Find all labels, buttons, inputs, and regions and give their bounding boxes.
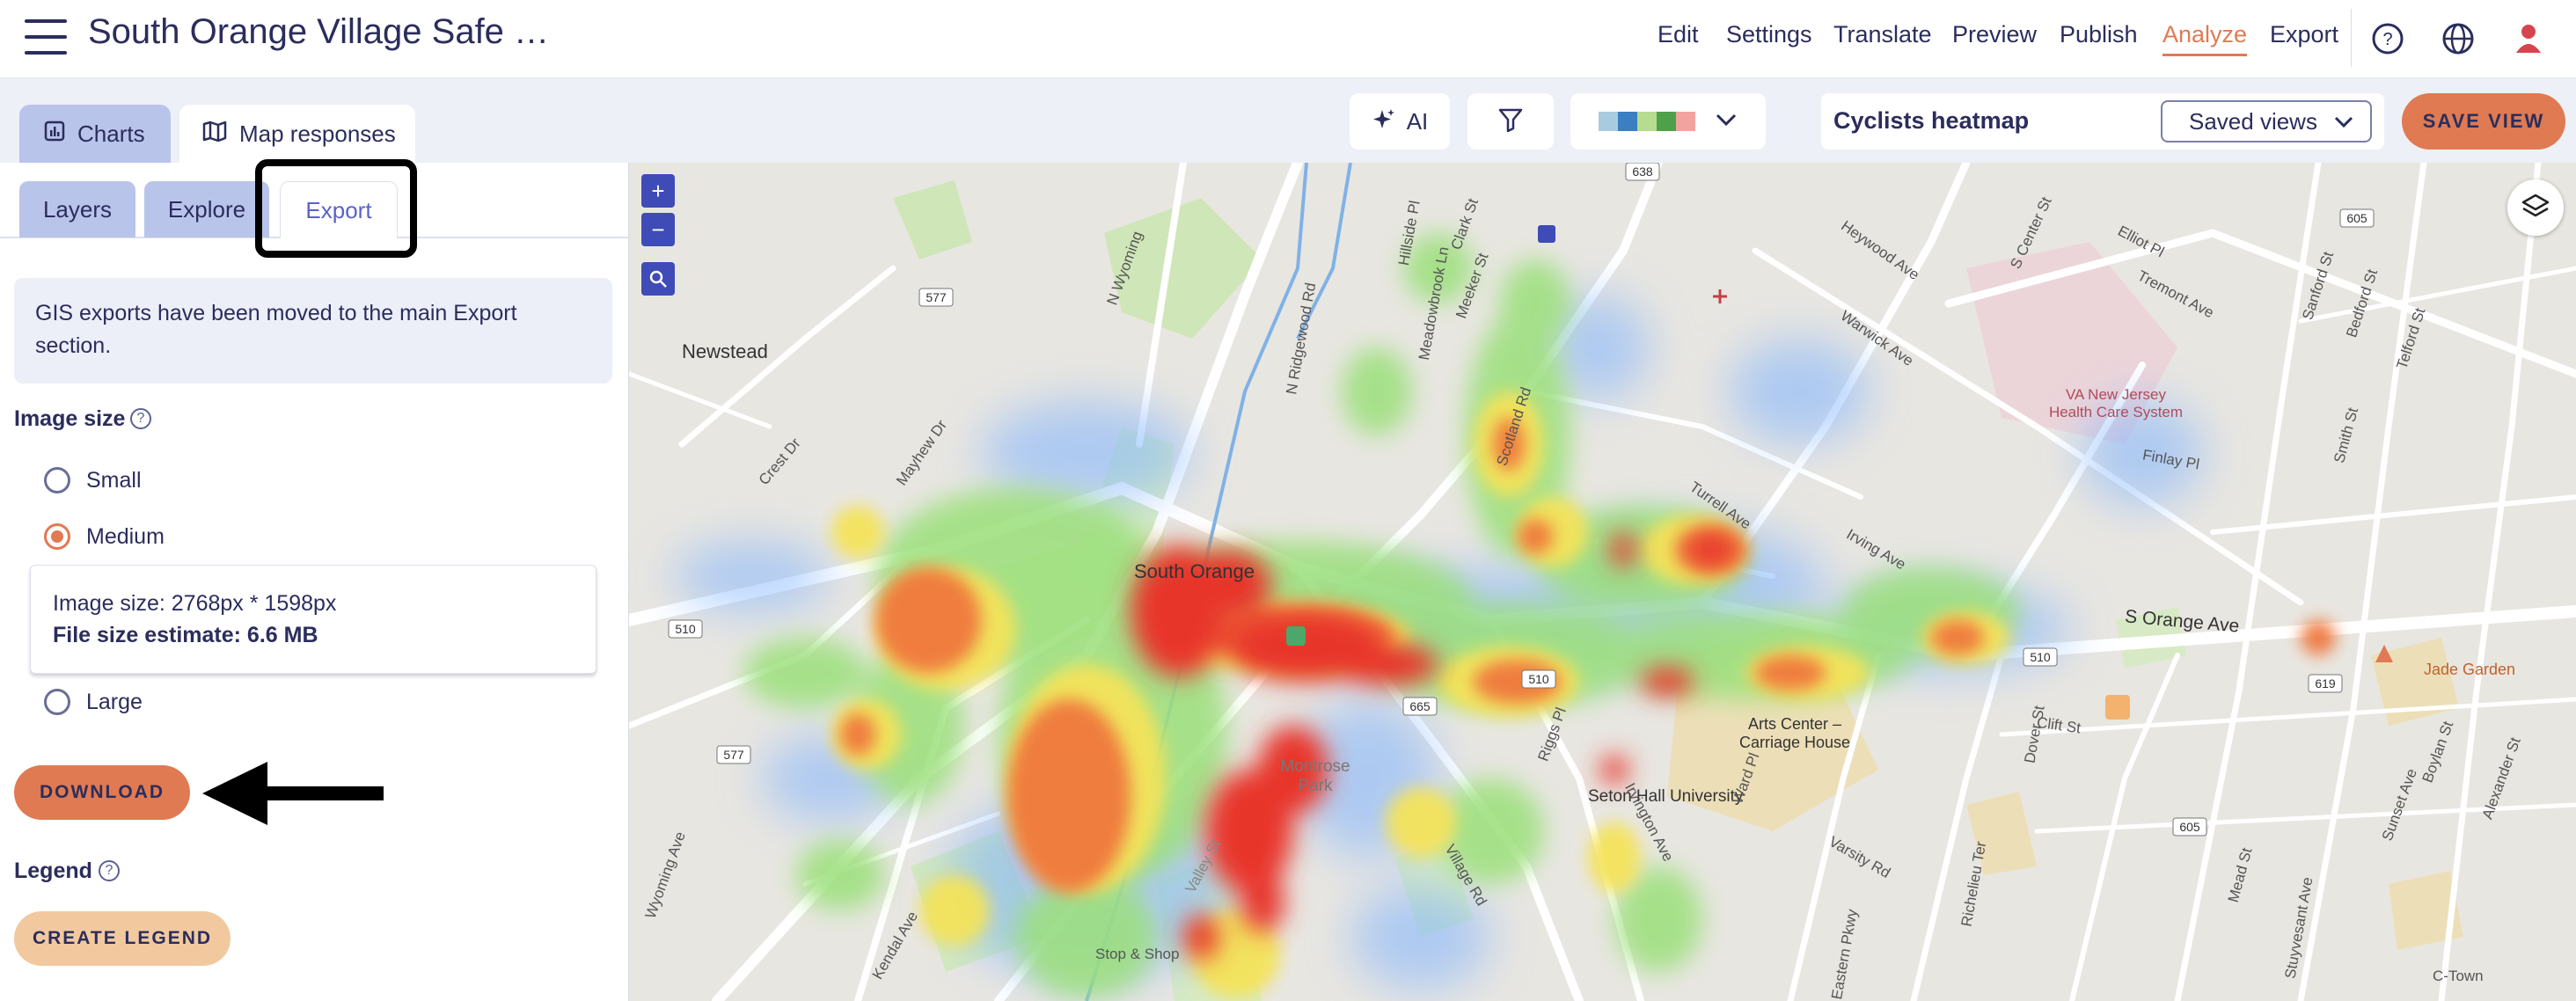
place-label: Stop & Shop bbox=[1095, 946, 1180, 962]
nav-divider bbox=[2351, 9, 2352, 67]
help-icon[interactable]: ? bbox=[130, 408, 151, 429]
saved-views-dropdown[interactable]: Saved views bbox=[2161, 100, 2372, 142]
download-button[interactable]: DOWNLOAD bbox=[14, 765, 190, 820]
nav-edit[interactable]: Edit bbox=[1658, 21, 1699, 48]
zoom-in-button[interactable]: + bbox=[641, 174, 675, 208]
palette-swatch bbox=[1637, 112, 1657, 131]
file-size-estimate: File size estimate: 6.6 MB bbox=[53, 623, 318, 647]
radio-small-label: Small bbox=[86, 468, 142, 493]
arrow-left-icon bbox=[199, 758, 385, 829]
route-shield: 619 bbox=[2315, 676, 2336, 690]
tab-charts[interactable]: Charts bbox=[19, 105, 171, 163]
image-size-details-card bbox=[30, 565, 596, 674]
place-label: Seton Hall University bbox=[1588, 787, 1744, 806]
palette-swatch bbox=[1618, 112, 1637, 131]
zoom-fit-icon[interactable] bbox=[641, 262, 675, 296]
route-shield: 665 bbox=[1409, 699, 1431, 713]
page-title: South Orange Village Safe … bbox=[88, 12, 550, 51]
route-shield: 510 bbox=[1528, 672, 1549, 686]
nav-export[interactable]: Export bbox=[2270, 21, 2338, 48]
nav-preview[interactable]: Preview bbox=[1952, 21, 2037, 48]
place-label: Newstead bbox=[682, 340, 768, 362]
subtab-layers[interactable]: Layers bbox=[19, 181, 135, 237]
place-label: VA New Jersey Health Care System bbox=[2048, 386, 2184, 420]
place-label: Montrose Park bbox=[1280, 757, 1350, 795]
place-label: C-Town bbox=[2433, 968, 2484, 984]
info-notice-text: GIS exports have been moved to the main … bbox=[35, 301, 517, 358]
radio-large[interactable] bbox=[44, 689, 70, 715]
nav-publish[interactable]: Publish bbox=[2060, 21, 2138, 48]
filter-button[interactable] bbox=[1467, 93, 1554, 150]
hamburger-menu-icon[interactable] bbox=[25, 18, 69, 56]
route-shield: 577 bbox=[723, 748, 744, 762]
save-view-button[interactable]: SAVE VIEW bbox=[2402, 93, 2565, 150]
palette-swatch bbox=[1657, 112, 1676, 131]
route-shield: 510 bbox=[675, 622, 696, 636]
sparkle-icon bbox=[1372, 107, 1396, 136]
tab-map-label: Map responses bbox=[239, 120, 396, 147]
subtab-explore[interactable]: Explore bbox=[144, 181, 269, 237]
palette-swatch bbox=[1599, 112, 1618, 131]
globe-icon[interactable] bbox=[2439, 19, 2477, 58]
map-layers-icon[interactable] bbox=[2507, 179, 2564, 236]
saved-views-label: Saved views bbox=[2189, 107, 2317, 135]
chevron-down-icon bbox=[1715, 112, 1738, 132]
heatmap-map[interactable]: 638 577 510 510 510 665 577 605 619 605 … bbox=[629, 163, 2576, 1001]
ai-button-label: AI bbox=[1406, 107, 1429, 135]
help-icon[interactable]: ? bbox=[99, 860, 120, 881]
route-shield: 510 bbox=[2030, 650, 2051, 664]
route-shield: 577 bbox=[926, 290, 947, 304]
filter-icon bbox=[1497, 106, 1524, 137]
create-legend-button[interactable]: CREATE LEGEND bbox=[14, 911, 231, 966]
radio-small[interactable] bbox=[44, 467, 70, 493]
place-label: Arts Center – Carriage House bbox=[1738, 715, 1851, 751]
zoom-out-button[interactable]: − bbox=[641, 213, 675, 246]
image-size-label: Image size bbox=[14, 406, 126, 431]
radio-medium-label: Medium bbox=[86, 524, 165, 549]
tab-charts-label: Charts bbox=[77, 120, 145, 147]
route-shield: 605 bbox=[2346, 211, 2367, 225]
image-size-detail: Image size: 2768px * 1598px bbox=[53, 591, 337, 616]
map-canvas: 638 577 510 510 510 665 577 605 619 605 bbox=[629, 163, 2576, 1001]
tab-map-responses[interactable]: Map responses bbox=[179, 105, 415, 163]
place-label: South Orange bbox=[1134, 560, 1255, 582]
route-shield: 605 bbox=[2179, 820, 2200, 834]
place-label: Jade Garden bbox=[2424, 661, 2516, 678]
zoom-controls: + − bbox=[641, 174, 677, 296]
help-icon[interactable]: ? bbox=[2368, 19, 2407, 58]
bar-chart-icon bbox=[44, 121, 65, 148]
chevron-down-icon bbox=[2333, 108, 2354, 135]
svg-text:?: ? bbox=[2382, 30, 2392, 49]
route-shield: 638 bbox=[1632, 164, 1653, 179]
radio-large-label: Large bbox=[86, 690, 143, 714]
radio-medium[interactable] bbox=[44, 523, 70, 550]
user-icon[interactable] bbox=[2509, 19, 2548, 58]
nav-translate[interactable]: Translate bbox=[1833, 21, 1932, 48]
export-tab-highlight bbox=[255, 159, 417, 258]
map-icon bbox=[202, 121, 227, 148]
palette-swatch bbox=[1676, 112, 1695, 131]
nav-analyze[interactable]: Analyze bbox=[2163, 21, 2248, 56]
legend-label: Legend bbox=[14, 859, 92, 883]
color-palette-dropdown[interactable] bbox=[1570, 93, 1766, 150]
nav-settings[interactable]: Settings bbox=[1726, 21, 1812, 48]
ai-button[interactable]: AI bbox=[1350, 93, 1450, 150]
palette-swatches bbox=[1599, 112, 1695, 131]
view-name: Cyclists heatmap bbox=[1833, 107, 2030, 134]
